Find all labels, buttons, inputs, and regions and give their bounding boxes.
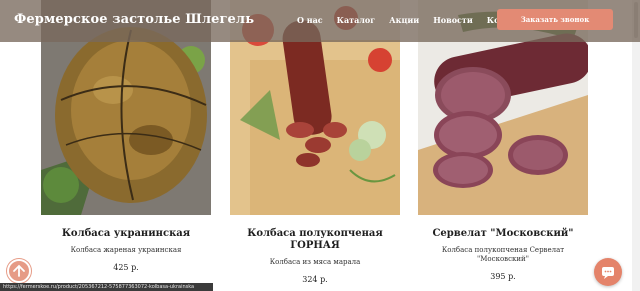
page-scrollbar[interactable] bbox=[632, 0, 640, 291]
browser-status-url: https://fermerskoe.ru/product/205367212-… bbox=[0, 283, 213, 291]
nav-about[interactable]: О нас bbox=[297, 15, 323, 25]
nav-promotions[interactable]: Акции bbox=[389, 15, 419, 25]
chat-bubble-icon bbox=[602, 267, 614, 279]
product-description: Колбаса полукопченая Сервелат "Московски… bbox=[441, 246, 565, 263]
request-call-button[interactable]: Заказать звонок bbox=[497, 9, 613, 30]
scroll-to-top-button[interactable] bbox=[7, 259, 31, 283]
product-price: 425 р. bbox=[113, 263, 139, 272]
product-description: Колбаса из мяса марала bbox=[269, 258, 361, 266]
nav-catalog[interactable]: Каталог bbox=[337, 15, 375, 25]
arrow-up-icon bbox=[13, 264, 25, 277]
product-description: Колбаса жареная украинская bbox=[70, 246, 182, 254]
product-price: 324 р. bbox=[302, 275, 328, 284]
nav-news[interactable]: Новости bbox=[433, 15, 473, 25]
site-header: Фермерское застолье Шлегель О нас Катало… bbox=[0, 0, 640, 42]
product-name[interactable]: Сервелат "Московский" bbox=[418, 228, 588, 240]
chat-button[interactable] bbox=[594, 258, 622, 286]
product-name[interactable]: Колбаса укранинская bbox=[41, 228, 211, 240]
product-price: 395 р. bbox=[490, 272, 516, 281]
brand-logo-text[interactable]: Фермерское застолье Шлегель bbox=[14, 12, 254, 27]
product-name[interactable]: Колбаса полукопченая ГОРНАЯ bbox=[230, 228, 400, 252]
